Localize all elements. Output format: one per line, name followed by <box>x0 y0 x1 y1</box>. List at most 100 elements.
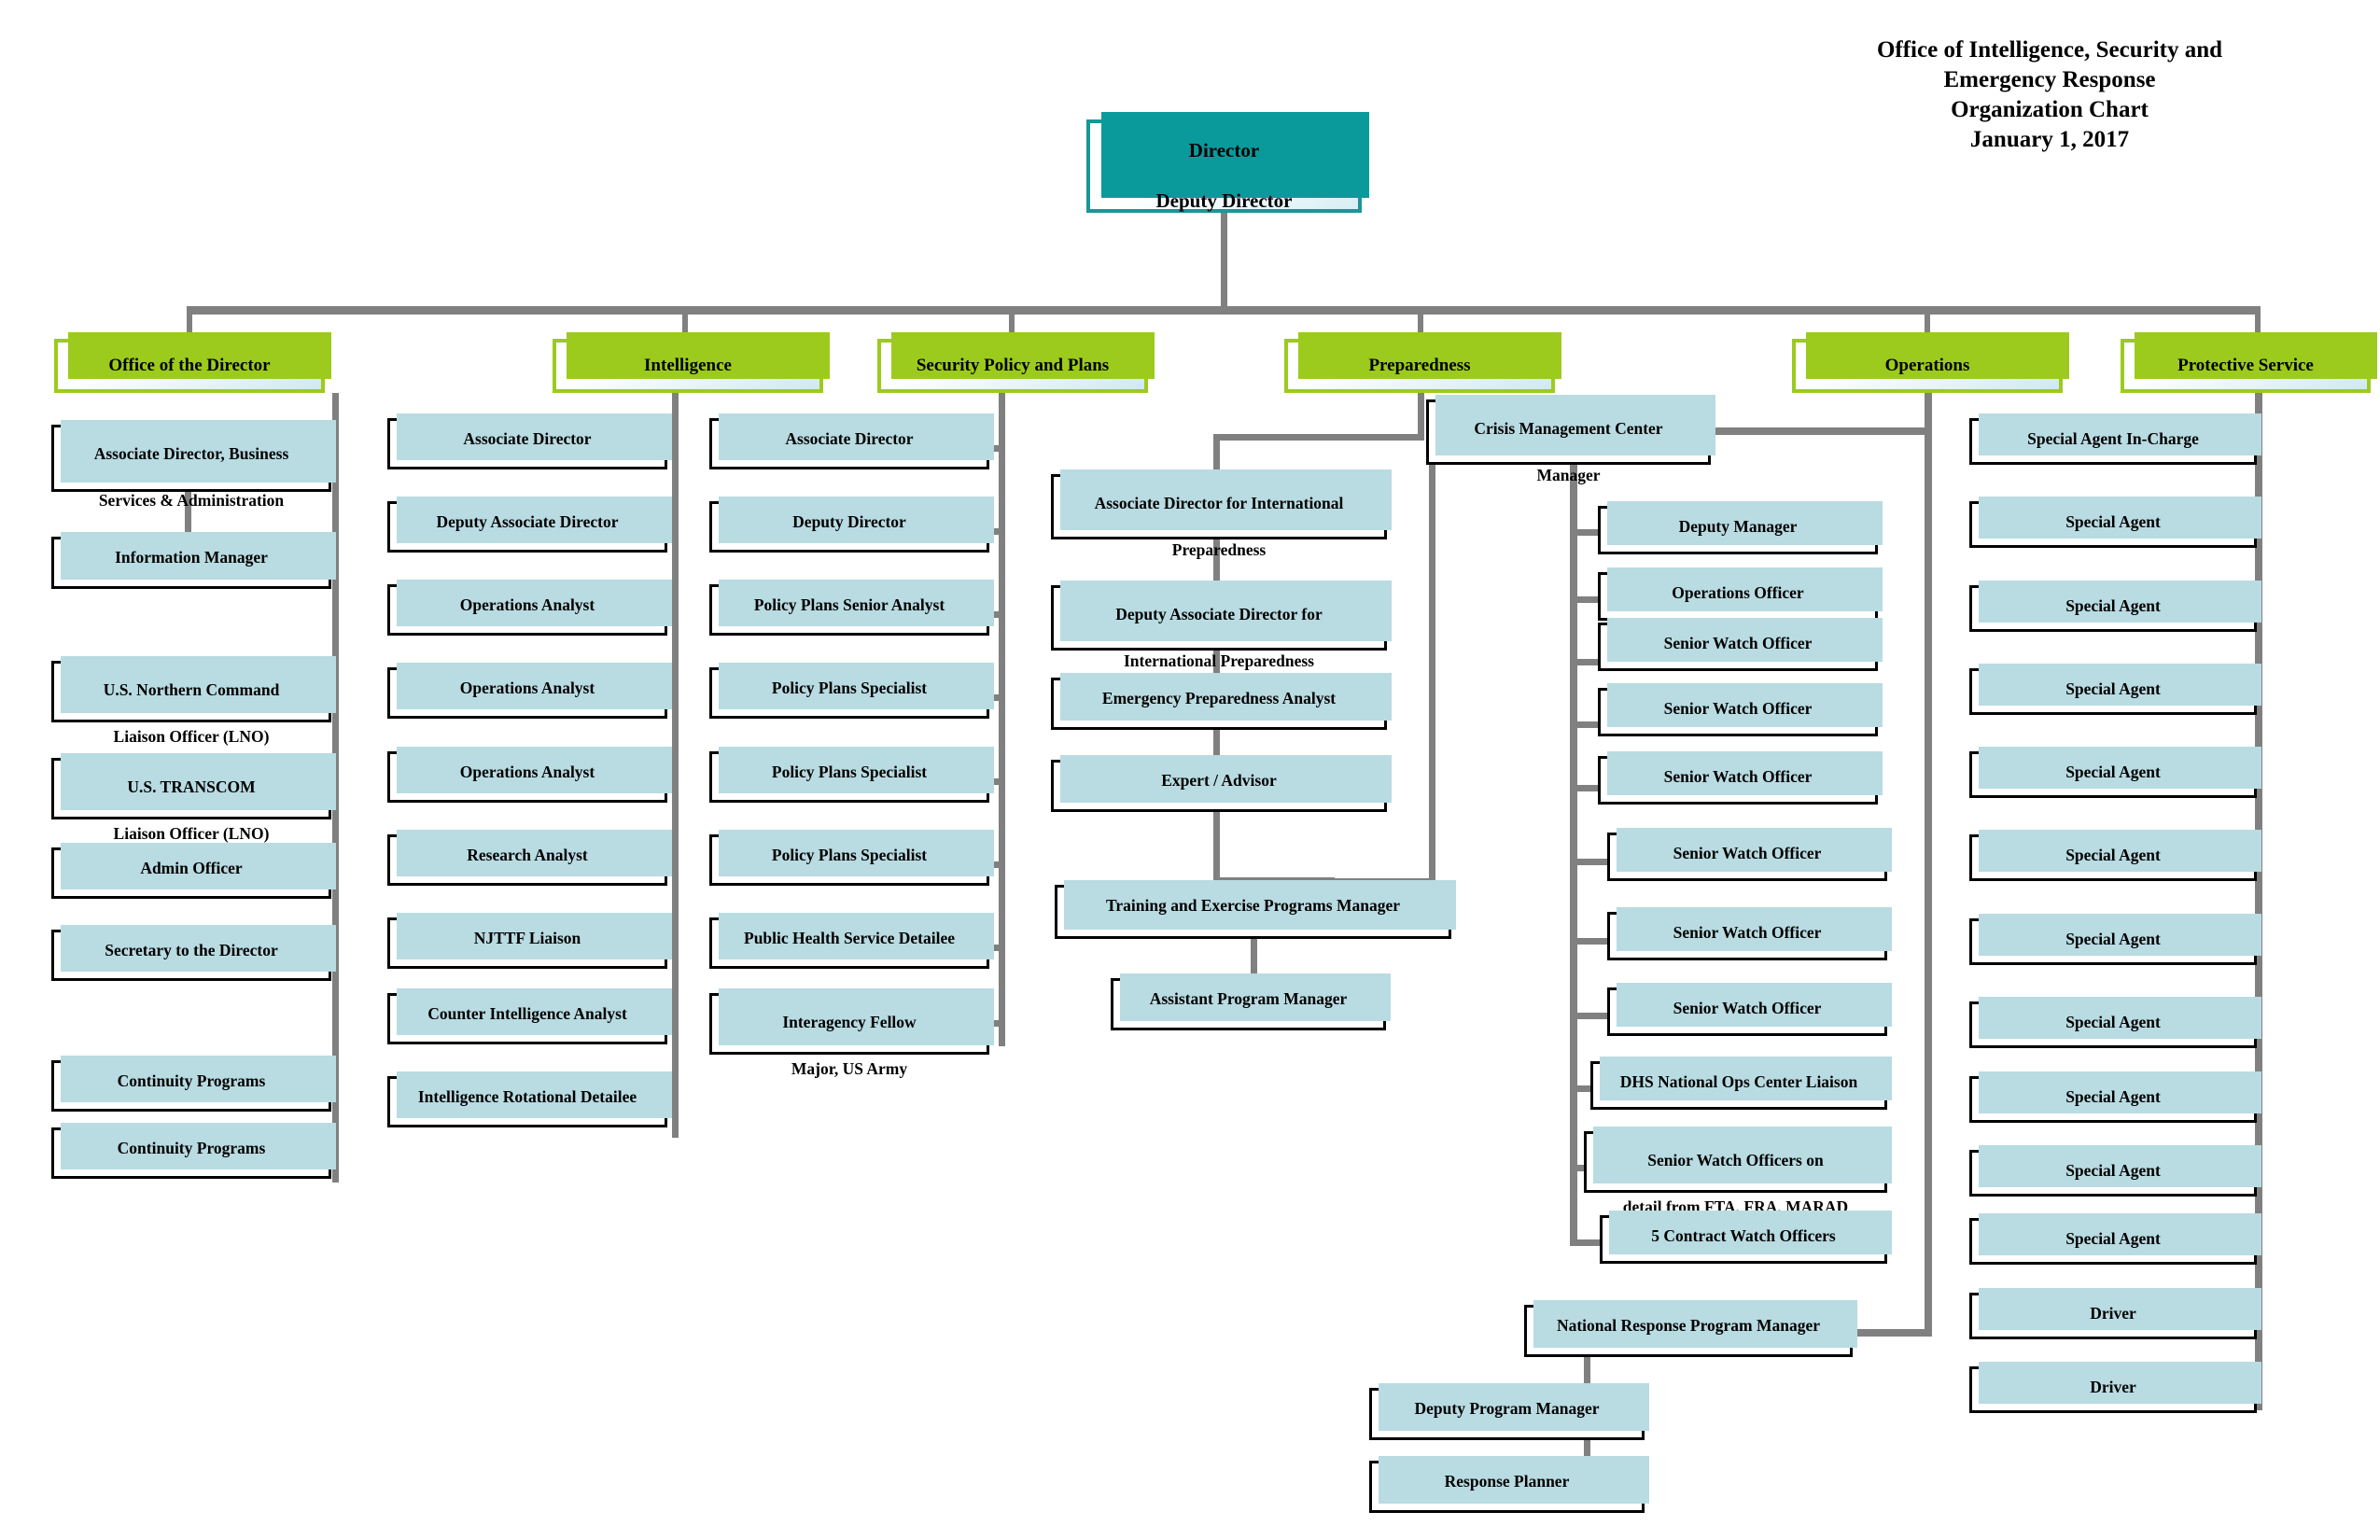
title-line-2: Emergency Response <box>1943 67 2156 92</box>
node-ps-12[interactable]: Driver <box>1969 1362 2261 1413</box>
node-director-line-1: Director <box>1188 139 1260 161</box>
node-national-response-program-manager[interactable]: National Response Program Manager <box>1524 1300 1857 1357</box>
node-int-1-line-1: Deputy Associate Director <box>436 512 619 531</box>
connector-stub-crisis-8 <box>1570 1013 1607 1019</box>
division-header-intelligence[interactable]: Intelligence <box>553 332 830 393</box>
division-header-office-of-director[interactable]: Office of the Director <box>54 332 331 393</box>
node-ps-6[interactable]: Special Agent <box>1969 914 2261 965</box>
node-od-5[interactable]: Secretary to the Director <box>51 925 336 981</box>
connector-preparedness-hdr-down <box>1418 393 1424 434</box>
node-natl-response-child-0[interactable]: Deputy Program Manager <box>1369 1383 1649 1440</box>
node-crisis-management-center[interactable]: Crisis Management Center Manager <box>1426 395 1715 484</box>
node-ps-9-line-1: Special Agent <box>2065 1161 2161 1180</box>
node-ps-3-line-1: Special Agent <box>2065 679 2161 698</box>
node-spp-0[interactable]: Associate Director <box>709 413 994 469</box>
node-int-4-line-1: Operations Analyst <box>459 763 595 781</box>
node-int-6[interactable]: NJTTF Liaison <box>387 913 672 969</box>
node-spp-4[interactable]: Policy Plans Specialist <box>709 747 994 803</box>
node-crisis-child-3[interactable]: Senior Watch Officer <box>1598 683 1883 736</box>
division-header-protective-service[interactable]: Protective Service <box>2121 332 2377 393</box>
node-spp-1[interactable]: Deputy Director <box>709 497 994 553</box>
node-ps-5[interactable]: Special Agent <box>1969 830 2261 881</box>
node-int-2[interactable]: Operations Analyst <box>387 580 672 636</box>
connector-stub-crisis-5 <box>1570 785 1598 791</box>
node-od-0[interactable]: Associate Director, Business Services & A… <box>51 420 336 510</box>
node-ps-7[interactable]: Special Agent <box>1969 997 2261 1048</box>
node-prep-2[interactable]: Emergency Preparedness Analyst <box>1051 673 1392 730</box>
node-ps-8[interactable]: Special Agent <box>1969 1071 2261 1123</box>
node-ps-2[interactable]: Special Agent <box>1969 581 2261 632</box>
node-crisis-child-4[interactable]: Senior Watch Officer <box>1598 751 1883 805</box>
node-od-0-line-1: Associate Director, Business <box>93 444 289 463</box>
node-od-7-line-1: Continuity Programs <box>117 1139 266 1157</box>
node-int-4[interactable]: Operations Analyst <box>387 747 672 803</box>
node-ps-10[interactable]: Special Agent <box>1969 1213 2261 1265</box>
node-ps-6-line-1: Special Agent <box>2065 930 2161 948</box>
node-int-7[interactable]: Counter Intelligence Analyst <box>387 988 672 1044</box>
node-od-3[interactable]: U.S. TRANSCOM Liaison Officer (LNO) <box>51 753 336 843</box>
node-ps-4[interactable]: Special Agent <box>1969 747 2261 798</box>
division-header-preparedness[interactable]: Preparedness <box>1284 332 1561 393</box>
node-spp-3[interactable]: Policy Plans Specialist <box>709 663 994 719</box>
node-int-3[interactable]: Operations Analyst <box>387 663 672 719</box>
node-crisis-child-4-line-1: Senior Watch Officer <box>1663 767 1813 786</box>
node-prep-0[interactable]: Associate Director for International Prep… <box>1051 469 1392 559</box>
connector-stub-crisis-9 <box>1570 1085 1590 1092</box>
node-ps-3[interactable]: Special Agent <box>1969 664 2261 715</box>
node-ps-0[interactable]: Special Agent In-Charge <box>1969 413 2261 465</box>
node-spp-7-line-2: Major, US Army <box>791 1059 908 1079</box>
node-od-7[interactable]: Continuity Programs <box>51 1123 336 1179</box>
node-crisis-child-10[interactable]: 5 Contract Watch Officers <box>1600 1211 1892 1264</box>
node-crisis-child-6-line-1: Senior Watch Officer <box>1673 923 1822 942</box>
node-od-2[interactable]: U.S. Northern Command Liaison Officer (LN… <box>51 656 336 746</box>
node-prep-1[interactable]: Deputy Associate Director for Internation… <box>1051 581 1392 670</box>
node-natl-response-child-1[interactable]: Response Planner <box>1369 1456 1649 1513</box>
node-ps-1-line-1: Special Agent <box>2065 512 2161 531</box>
node-crisis-child-0[interactable]: Deputy Manager <box>1598 501 1883 554</box>
node-crisis-child-0-line-1: Deputy Manager <box>1678 517 1798 536</box>
node-spp-6[interactable]: Public Health Service Detailee <box>709 913 994 969</box>
node-od-4-line-1: Admin Officer <box>140 859 243 877</box>
node-crisis-child-3-line-1: Senior Watch Officer <box>1663 699 1813 718</box>
node-director[interactable]: Director Deputy Director <box>1086 112 1369 213</box>
node-spp-4-line-1: Policy Plans Specialist <box>771 763 928 781</box>
node-spp-3-line-1: Policy Plans Specialist <box>771 679 928 697</box>
node-ps-11[interactable]: Driver <box>1969 1288 2261 1339</box>
node-prep-0-line-1: Associate Director for International <box>1094 494 1344 512</box>
node-natl-response-child-1-line-1: Response Planner <box>1444 1472 1570 1491</box>
node-crisis-child-5[interactable]: Senior Watch Officer <box>1607 828 1892 881</box>
node-spp-5[interactable]: Policy Plans Specialist <box>709 830 994 886</box>
node-spp-7[interactable]: Interagency Fellow Major, US Army <box>709 988 994 1078</box>
division-header-operations[interactable]: Operations <box>1792 332 2069 393</box>
node-prep-training-0[interactable]: Training and Exercise Programs Manager <box>1055 880 1456 939</box>
node-prep-3[interactable]: Expert / Advisor <box>1051 755 1392 812</box>
division-header-security-policy[interactable]: Security Policy and Plans <box>877 332 1155 393</box>
node-spp-2[interactable]: Policy Plans Senior Analyst <box>709 580 994 636</box>
node-prep-3-line-1: Expert / Advisor <box>1161 771 1277 790</box>
node-crisis-child-8-line-1: DHS National Ops Center Liaison <box>1619 1072 1858 1091</box>
node-crisis-child-6[interactable]: Senior Watch Officer <box>1607 907 1892 960</box>
connector-stub-crisis-11 <box>1570 1239 1600 1246</box>
node-prep-training-1[interactable]: Assistant Program Manager <box>1111 973 1391 1030</box>
node-crisis-child-7[interactable]: Senior Watch Officer <box>1607 983 1892 1036</box>
node-int-0[interactable]: Associate Director <box>387 413 672 469</box>
node-crisis-child-9-line-1: Senior Watch Officers on <box>1647 1151 1824 1169</box>
node-od-6[interactable]: Continuity Programs <box>51 1056 336 1112</box>
node-ps-9[interactable]: Special Agent <box>1969 1145 2261 1197</box>
node-od-1[interactable]: Information Manager <box>51 532 336 589</box>
node-int-7-line-1: Counter Intelligence Analyst <box>427 1004 627 1023</box>
node-int-1[interactable]: Deputy Associate Director <box>387 497 672 553</box>
node-od-3-line-1: U.S. TRANSCOM <box>127 777 256 796</box>
node-crisis-child-8[interactable]: DHS National Ops Center Liaison <box>1590 1057 1892 1110</box>
node-crisis-child-2[interactable]: Senior Watch Officer <box>1598 618 1883 671</box>
node-int-5[interactable]: Research Analyst <box>387 830 672 886</box>
node-od-4[interactable]: Admin Officer <box>51 843 336 899</box>
node-int-8[interactable]: Intelligence Rotational Detailee <box>387 1071 672 1127</box>
node-crisis-child-1[interactable]: Operations Officer <box>1598 567 1883 621</box>
node-od-2-line-2: Liaison Officer (LNO) <box>113 727 270 747</box>
node-ps-1[interactable]: Special Agent <box>1969 497 2261 548</box>
node-spp-1-line-1: Deputy Director <box>792 512 906 531</box>
node-od-1-line-1: Information Manager <box>115 548 268 567</box>
node-crisis-child-9[interactable]: Senior Watch Officers on detail from FTA,… <box>1584 1127 1892 1216</box>
node-ps-11-line-1: Driver <box>2090 1304 2136 1323</box>
